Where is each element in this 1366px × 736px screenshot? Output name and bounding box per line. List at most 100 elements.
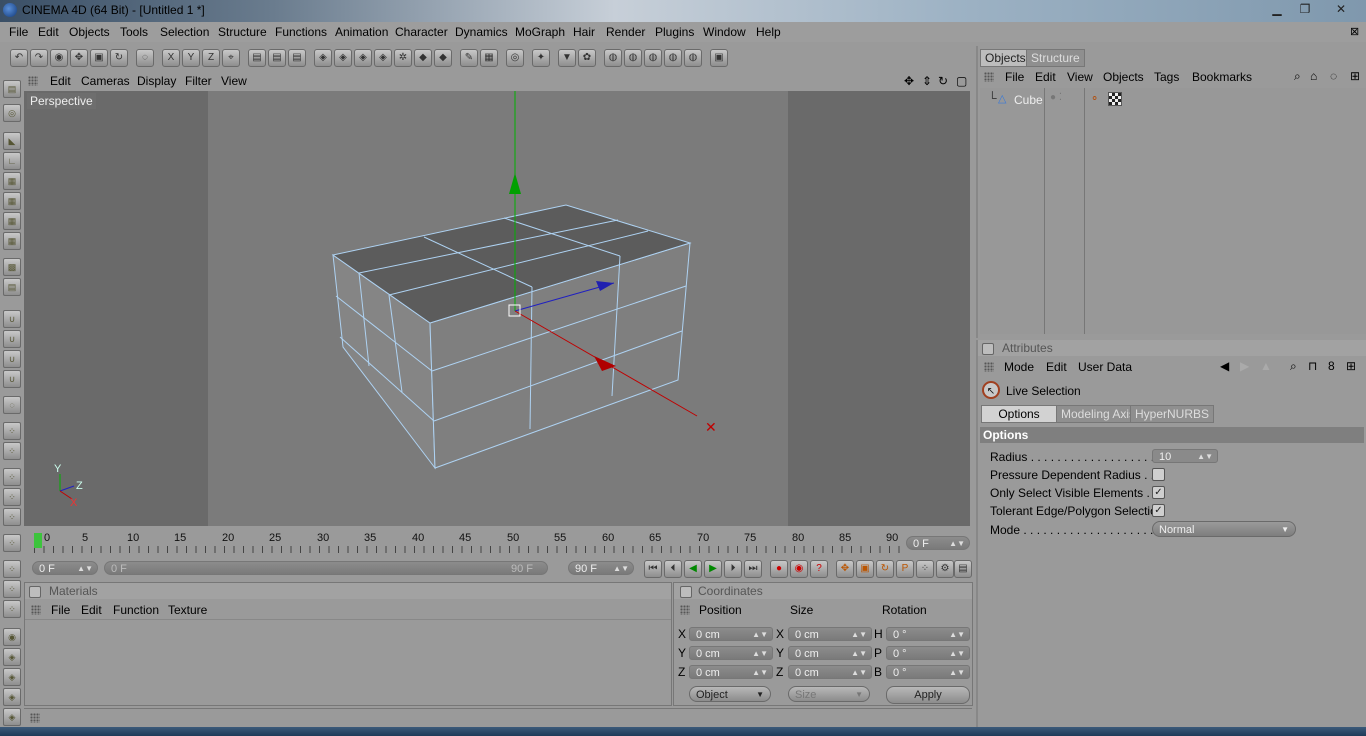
expand-icon[interactable]: ◌ — [1330, 69, 1337, 83]
rotation-p-field[interactable]: 0 ° ▲▼ — [886, 646, 970, 660]
viewport-menu-view[interactable]: View — [221, 74, 247, 88]
tool-icon-3[interactable]: ◣ — [3, 132, 21, 150]
tool-icon-21[interactable]: ⁘ — [3, 534, 21, 552]
tab-options[interactable]: Options — [981, 405, 1057, 423]
array-icon[interactable]: ◈ — [374, 49, 392, 67]
coordinate-mode-select[interactable]: Object ▼ — [689, 686, 771, 702]
attributes-menu-edit[interactable]: Edit — [1046, 360, 1067, 374]
tool-icon-29[interactable]: ◈ — [3, 708, 21, 726]
panel-grip-icon[interactable] — [984, 72, 994, 82]
perspective-viewport[interactable]: Perspective ✕ Y Z X — [24, 91, 970, 526]
tool-icon-23[interactable]: ⁘ — [3, 580, 21, 598]
position-y-field[interactable]: 0 cm ▲▼ — [689, 646, 773, 660]
start-frame-field[interactable]: 0 F ▲▼ — [32, 561, 98, 575]
panel-grip-icon[interactable] — [28, 76, 38, 86]
menu-edit[interactable]: Edit — [38, 25, 59, 39]
autokey-icon[interactable]: ◉ — [790, 560, 808, 578]
phong-tag-icon[interactable]: ⚬ — [1090, 92, 1099, 105]
menu-structure[interactable]: Structure — [218, 25, 267, 39]
tool-icon-20[interactable]: ⁘ — [3, 508, 21, 526]
viewport-menu-edit[interactable]: Edit — [50, 74, 71, 88]
objects-menu-view[interactable]: View — [1067, 70, 1093, 84]
move-icon[interactable]: ✥ — [70, 49, 88, 67]
viewport-zoom-icon[interactable]: ⇕ — [922, 74, 932, 88]
model-mode-icon[interactable]: ◍ — [664, 49, 682, 67]
panel-grip-icon[interactable] — [984, 362, 994, 372]
objects-menu-tags[interactable]: Tags — [1154, 70, 1179, 84]
search-icon[interactable]: ⌕ — [1290, 359, 1297, 374]
menu-character[interactable]: Character — [395, 25, 448, 39]
tool-icon-7[interactable]: ▦ — [3, 212, 21, 230]
mograph-icon[interactable]: ▼ — [558, 49, 576, 67]
tool-icon-15[interactable]: ◌ — [3, 396, 21, 414]
tool-icon-18[interactable]: ⁘ — [3, 468, 21, 486]
parameter-key-icon[interactable]: P — [896, 560, 914, 578]
light-icon[interactable]: ▦ — [480, 49, 498, 67]
tool-icon-8[interactable]: ▦ — [3, 232, 21, 250]
link-icon[interactable]: 8 — [1328, 359, 1335, 373]
viewport-maximize-icon[interactable]: ▢ — [956, 74, 967, 88]
coordinate-system-icon[interactable]: ⌖ — [222, 49, 240, 67]
viewport-menu-display[interactable]: Display — [137, 74, 176, 88]
tab-hypernurbs[interactable]: HyperNURBS — [1130, 405, 1215, 423]
undo-icon[interactable]: ↶ — [10, 49, 28, 67]
magnet-icon-4[interactable]: ∪ — [3, 370, 21, 388]
menu-selection[interactable]: Selection — [160, 25, 209, 39]
objects-menu-file[interactable]: File — [1005, 70, 1024, 84]
render-view-icon[interactable]: ▤ — [248, 49, 266, 67]
tab-structure[interactable]: Structure — [1026, 49, 1085, 67]
size-y-field[interactable]: 0 cm ▲▼ — [788, 646, 872, 660]
tool-icon-1[interactable]: ▤ — [3, 80, 21, 98]
size-x-field[interactable]: 0 cm ▲▼ — [788, 627, 872, 641]
size-z-field[interactable]: 0 cm ▲▼ — [788, 665, 872, 679]
tool-icon-16[interactable]: ⁘ — [3, 422, 21, 440]
tool-icon-10[interactable]: ▤ — [3, 278, 21, 296]
apply-button[interactable]: Apply — [886, 686, 970, 704]
up-arrow-icon[interactable]: ▲ — [1260, 359, 1272, 373]
dynamics-icon[interactable]: ✿ — [578, 49, 596, 67]
timeline-playhead[interactable] — [34, 533, 42, 548]
character-icon[interactable]: ✦ — [532, 49, 550, 67]
point-level-icon[interactable]: ⁘ — [916, 560, 934, 578]
tab-modeling-axis[interactable]: Modeling Axis — [1056, 405, 1141, 423]
list-item[interactable]: └ △ Cube ● ⁚ ⚬ — [980, 90, 1364, 108]
tool-icon-17[interactable]: ⁘ — [3, 442, 21, 460]
menu-help[interactable]: Help — [756, 25, 781, 39]
panel-toggle-checkbox[interactable] — [29, 586, 41, 598]
tool-icon-28[interactable]: ◈ — [3, 688, 21, 706]
objects-menu-edit[interactable]: Edit — [1035, 70, 1056, 84]
magnet-icon[interactable]: ∪ — [3, 310, 21, 328]
polygons-mode-icon[interactable]: ◍ — [644, 49, 662, 67]
render-picture-viewer-icon[interactable]: ▤ — [268, 49, 286, 67]
restore-layout-icon[interactable]: ⊠ — [1350, 25, 1359, 38]
mode-select[interactable]: Normal ▼ — [1152, 521, 1296, 537]
cube-primitive-icon[interactable]: ◈ — [314, 49, 332, 67]
menu-functions[interactable]: Functions — [275, 25, 327, 39]
scale-key-icon[interactable]: ▣ — [856, 560, 874, 578]
menu-render[interactable]: Render — [606, 25, 645, 39]
magnet-icon-3[interactable]: ∪ — [3, 350, 21, 368]
x-axis-lock-icon[interactable]: X — [162, 49, 180, 67]
tool-icon-24[interactable]: ⁘ — [3, 600, 21, 618]
tool-icon-6[interactable]: ▦ — [3, 192, 21, 210]
visible-elements-checkbox[interactable]: ✓ — [1152, 486, 1165, 499]
tool-icon-26[interactable]: ◈ — [3, 648, 21, 666]
end-frame-field[interactable]: 90 F ▲▼ — [568, 561, 634, 575]
tool-icon-27[interactable]: ◈ — [3, 668, 21, 686]
materials-menu-texture[interactable]: Texture — [168, 603, 207, 617]
scale-icon[interactable]: ▣ — [90, 49, 108, 67]
panel-grip-icon[interactable] — [680, 605, 690, 615]
lock-icon[interactable]: ⊓ — [1308, 359, 1317, 373]
sketch-icon[interactable]: ◎ — [506, 49, 524, 67]
range-slider[interactable]: 0 F 90 F — [104, 561, 548, 575]
materials-menu-file[interactable]: File — [51, 603, 70, 617]
menu-animation[interactable]: Animation — [335, 25, 388, 39]
maximize-button[interactable]: ❐ — [1291, 1, 1319, 19]
play-forwards-icon[interactable]: ▶ — [704, 560, 722, 578]
current-frame-field[interactable]: 0 F ▲▼ — [906, 536, 970, 550]
recent-tool-icon[interactable]: ◌ — [136, 49, 154, 67]
rotate-icon[interactable]: ↻ — [110, 49, 128, 67]
tab-objects[interactable]: Objects — [980, 49, 1031, 67]
panel-grip-icon[interactable] — [30, 713, 40, 723]
play-backwards-icon[interactable]: ◀ — [684, 560, 702, 578]
